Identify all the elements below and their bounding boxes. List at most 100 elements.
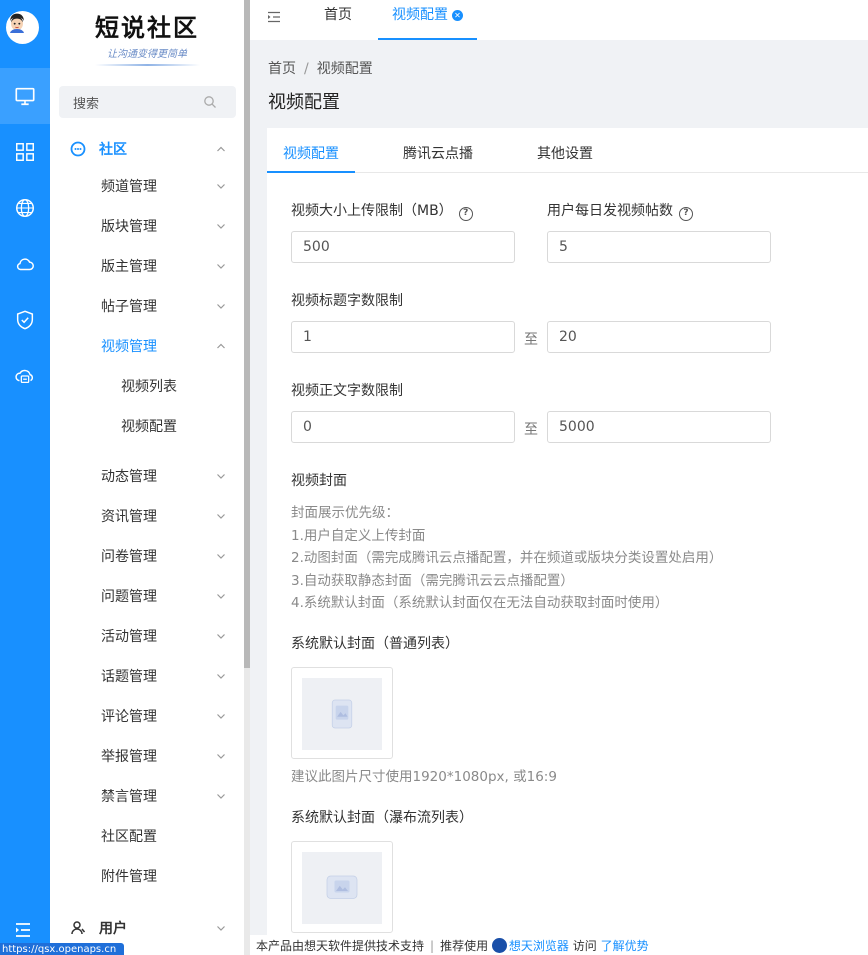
menu-item-label: 问卷管理 xyxy=(101,549,157,565)
daily-posts-input[interactable]: 5 xyxy=(547,231,771,263)
menu-group-label: 社区 xyxy=(99,142,127,158)
menu-group-community[interactable]: 社区 xyxy=(50,129,244,169)
menu-item-video[interactable]: 视频管理 xyxy=(50,326,244,366)
rail-cloud[interactable] xyxy=(0,236,50,292)
search-icon xyxy=(204,96,216,108)
menu-item-survey[interactable]: 问卷管理 xyxy=(50,536,244,576)
menu-item-report[interactable]: 举报管理 xyxy=(50,736,244,776)
menu-item-label: 社区配置 xyxy=(101,829,157,845)
brand: 短说社区 让沟通变得更简单 xyxy=(50,8,244,66)
menu-item-topic[interactable]: 话题管理 xyxy=(50,656,244,696)
default-cover-normal-upload[interactable] xyxy=(291,667,393,759)
footer-browser-link[interactable]: 想天浏览器 xyxy=(509,939,569,953)
menu-item-label: 版块管理 xyxy=(101,219,157,235)
menu-item-mute[interactable]: 禁言管理 xyxy=(50,776,244,816)
chevron-up-icon xyxy=(217,146,225,152)
config-card: 视频配置 腾讯云点播 其他设置 视频大小上传限制（MB）? 500 用户每日发视… xyxy=(267,128,868,955)
menu-item-community-config[interactable]: 社区配置 xyxy=(50,816,244,856)
footer-recommend: 推荐使用 xyxy=(440,939,489,953)
menu-item-label: 帖子管理 xyxy=(101,299,157,315)
rail-monitor[interactable] xyxy=(0,68,50,124)
footer-support: 本产品由想天软件提供技术支持 xyxy=(256,939,425,953)
rail-shield[interactable] xyxy=(0,292,50,348)
cloud-sync-icon xyxy=(15,369,34,384)
icon-rail xyxy=(0,0,50,955)
chevron-down-icon xyxy=(217,474,225,479)
cover-placeholder xyxy=(302,852,382,924)
user-icon xyxy=(71,921,86,935)
footer-separator: | xyxy=(430,939,435,953)
tab-label: 首页 xyxy=(324,7,352,23)
menu-group-user[interactable]: 用户 xyxy=(50,908,244,948)
menu-fold-icon[interactable] xyxy=(13,920,33,940)
help-icon[interactable]: ? xyxy=(458,207,473,221)
chevron-down-icon xyxy=(217,554,225,559)
rail-globe[interactable] xyxy=(0,180,50,236)
help-icon[interactable]: ? xyxy=(679,207,693,221)
menu-item-label: 视频管理 xyxy=(101,339,157,355)
range-to-label: 至 xyxy=(524,332,538,348)
search-placeholder: 搜索 xyxy=(73,97,100,112)
cover-priority-notes: 封面展示优先级： 1.用户自定义上传封面 2.动图封面（需完成腾讯云点播配置，并… xyxy=(291,502,722,615)
title-max-input[interactable]: 20 xyxy=(547,321,771,353)
chevron-up-icon xyxy=(217,343,225,349)
tab-video-settings[interactable]: 视频配置 xyxy=(283,143,339,163)
menu-item-label: 禁言管理 xyxy=(101,789,157,805)
menu-search[interactable]: 搜索 xyxy=(59,86,236,118)
body-length-label: 视频正文字数限制 xyxy=(291,383,403,399)
tab-other-settings[interactable]: 其他设置 xyxy=(537,143,593,163)
body-min-input[interactable]: 0 xyxy=(291,411,515,443)
range-to-label: 至 xyxy=(524,422,538,438)
menu-item-video-config[interactable]: 视频配置 xyxy=(50,406,244,446)
chevron-down-icon xyxy=(217,224,225,229)
tab-video-config[interactable]: 视频配置 ✕ xyxy=(378,0,477,40)
image-icon xyxy=(331,699,353,729)
note-line: 4.系统默认封面（系统默认封面仅在无法自动获取封面时使用） xyxy=(291,595,669,611)
cloud-icon xyxy=(16,258,34,271)
tab-home[interactable]: 首页 xyxy=(324,0,352,40)
menu-fold-icon[interactable] xyxy=(267,10,281,24)
chevron-down-icon xyxy=(217,304,225,309)
breadcrumb-separator: / xyxy=(304,61,309,77)
menu-item-comment[interactable]: 评论管理 xyxy=(50,696,244,736)
menu-item-question[interactable]: 问题管理 xyxy=(50,576,244,616)
menu-item-moderator[interactable]: 版主管理 xyxy=(50,246,244,286)
menu-item-label: 动态管理 xyxy=(101,469,157,485)
menu-scrollbar-thumb[interactable] xyxy=(244,0,250,668)
menu-item-channel[interactable]: 频道管理 xyxy=(50,166,244,206)
menu-scrollbar-track xyxy=(244,668,250,955)
menu-item-activity[interactable]: 活动管理 xyxy=(50,616,244,656)
default-cover-normal-label: 系统默认封面（普通列表） xyxy=(291,636,459,652)
close-icon[interactable]: ✕ xyxy=(452,10,463,21)
menu-item-video-list[interactable]: 视频列表 xyxy=(50,366,244,406)
chevron-down-icon xyxy=(217,714,225,719)
breadcrumb-home[interactable]: 首页 xyxy=(268,61,296,77)
note-line: 封面展示优先级： xyxy=(291,505,399,521)
globe-icon xyxy=(16,199,34,217)
body-max-input[interactable]: 5000 xyxy=(547,411,771,443)
menu-item-news[interactable]: 资讯管理 xyxy=(50,496,244,536)
default-cover-waterfall-label: 系统默认封面（瀑布流列表） xyxy=(291,810,473,826)
chevron-down-icon xyxy=(217,634,225,639)
menu-item-attachment[interactable]: 附件管理 xyxy=(50,856,244,896)
rail-grid[interactable] xyxy=(0,124,50,180)
menu-item-label: 视频列表 xyxy=(121,379,177,395)
default-cover-waterfall-upload[interactable] xyxy=(291,841,393,933)
size-limit-input[interactable]: 500 xyxy=(291,231,515,263)
chevron-down-icon xyxy=(217,674,225,679)
menu-item-post[interactable]: 帖子管理 xyxy=(50,286,244,326)
footer-learn-link[interactable]: 了解优势 xyxy=(601,939,649,953)
tab-tencent-vod[interactable]: 腾讯云点播 xyxy=(403,143,473,163)
rail-cloud-sync[interactable] xyxy=(0,348,50,404)
chevron-down-icon xyxy=(217,926,225,931)
browser-logo-icon xyxy=(491,938,507,953)
brand-underline xyxy=(95,64,200,66)
title-min-input[interactable]: 1 xyxy=(291,321,515,353)
size-limit-label-text: 视频大小上传限制（MB） xyxy=(291,203,453,219)
footer-visit: 访问 xyxy=(572,939,597,953)
menu-item-board[interactable]: 版块管理 xyxy=(50,206,244,246)
note-line: 2.动图封面（需完成腾讯云点播配置，并在频道或版块分类设置处启用） xyxy=(291,550,723,566)
menu-item-label: 问题管理 xyxy=(101,589,157,605)
avatar[interactable] xyxy=(6,11,39,44)
menu-item-feed[interactable]: 动态管理 xyxy=(50,456,244,496)
